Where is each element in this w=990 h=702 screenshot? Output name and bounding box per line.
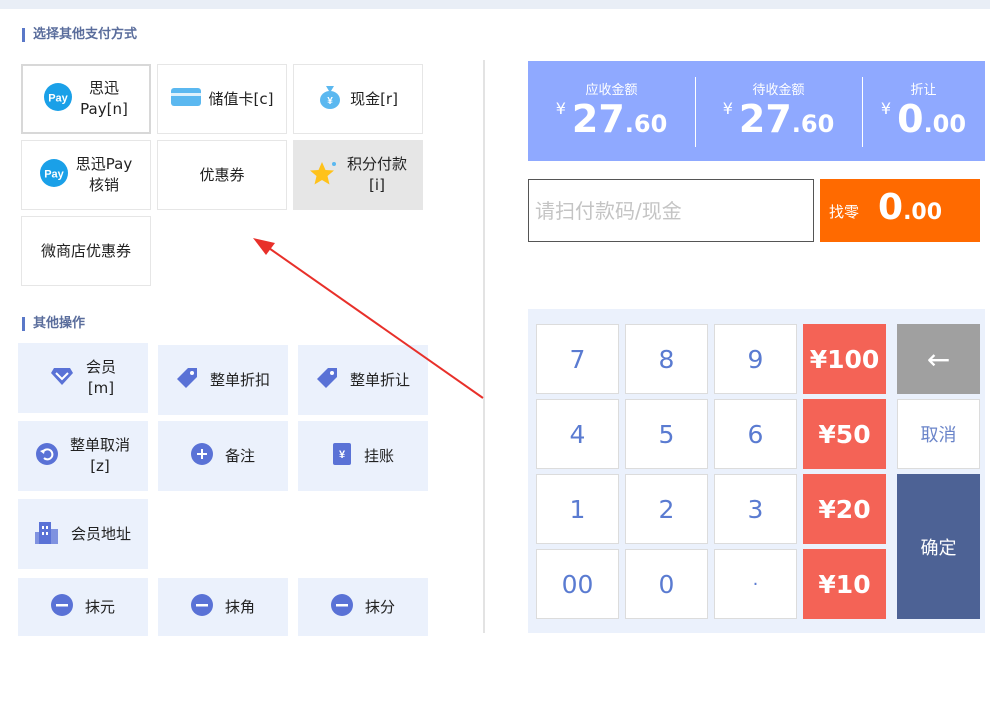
- panel-divider: [483, 60, 485, 633]
- top-bar: [0, 0, 990, 9]
- op-label: 抹分: [364, 597, 395, 616]
- op-member-address-button[interactable]: 会员地址: [18, 499, 148, 569]
- key-3[interactable]: 3: [714, 474, 797, 544]
- svg-text:¥: ¥: [339, 449, 346, 461]
- building-icon: [34, 520, 59, 548]
- cancel-button[interactable]: 取消: [897, 399, 980, 469]
- op-label: 整单折扣: [209, 370, 270, 389]
- op-label: 抹元: [84, 597, 115, 616]
- receivable-amount: 应收金额 ¥27.60: [555, 83, 668, 141]
- star-icon: [309, 159, 339, 191]
- yen-doc-icon: ¥: [332, 442, 352, 470]
- key-00[interactable]: 00: [536, 549, 619, 619]
- tag-icon: [316, 367, 338, 393]
- key-1[interactable]: 1: [536, 474, 619, 544]
- op-label: 挂账: [363, 446, 394, 465]
- pay-circle-icon: Pay: [39, 159, 68, 191]
- pay-method-label: 思迅Pay 核销: [75, 155, 133, 194]
- tag-icon: [176, 367, 198, 393]
- op-label: 整单取消 [z]: [69, 436, 130, 475]
- key-6[interactable]: 6: [714, 399, 797, 469]
- op-label: 会员 [m]: [85, 358, 116, 397]
- pay-method-cash[interactable]: ¥ 现金[r]: [293, 64, 423, 134]
- backspace-button[interactable]: ←: [897, 324, 980, 394]
- discount-amount: 折让 ¥0.00: [880, 83, 967, 141]
- pay-method-sixun-pay-writeoff[interactable]: Pay 思迅Pay 核销: [21, 140, 151, 210]
- op-credit-button[interactable]: ¥ 挂账: [298, 421, 428, 491]
- card-icon: [170, 86, 201, 112]
- quick-amount-100[interactable]: ¥100: [803, 324, 886, 394]
- money-bag-icon: ¥: [318, 84, 342, 114]
- pay-method-label: 储值卡[c]: [208, 89, 274, 108]
- op-order-allowance-button[interactable]: 整单折让: [298, 345, 428, 415]
- minus-circle-icon: [330, 594, 353, 620]
- confirm-button[interactable]: 确定: [897, 474, 980, 619]
- operations-section-title: 其他操作: [22, 317, 85, 331]
- op-label: 会员地址: [70, 524, 131, 543]
- pay-method-coupon[interactable]: 优惠券: [157, 140, 287, 210]
- key-0[interactable]: 0: [625, 549, 708, 619]
- op-label: 整单折让: [349, 370, 410, 389]
- pay-method-label: 思迅 Pay[n]: [80, 79, 128, 118]
- quick-amount-20[interactable]: ¥20: [803, 474, 886, 544]
- key-5[interactable]: 5: [625, 399, 708, 469]
- quick-amount-10[interactable]: ¥10: [803, 549, 886, 619]
- change-value: 0.00: [878, 187, 943, 228]
- op-cancel-order-button[interactable]: 整单取消 [z]: [18, 421, 148, 491]
- op-label: 抹角: [224, 597, 255, 616]
- pay-method-label: 优惠券: [199, 165, 245, 184]
- change-display: 找零 0.00: [820, 179, 980, 242]
- key-2[interactable]: 2: [625, 474, 708, 544]
- op-round-fen-button[interactable]: 抹分: [298, 578, 428, 636]
- pay-method-label: 微商店优惠券: [40, 241, 131, 260]
- diamond-icon: [50, 366, 74, 390]
- op-member-button[interactable]: 会员 [m]: [18, 343, 148, 413]
- op-label: 备注: [224, 446, 255, 465]
- pay-method-label: 积分付款 [i]: [346, 155, 407, 194]
- change-label: 找零: [829, 203, 860, 221]
- key-dot[interactable]: ·: [714, 549, 797, 619]
- minus-circle-icon: [190, 594, 213, 620]
- key-9[interactable]: 9: [714, 324, 797, 394]
- pay-method-microstore-coupon[interactable]: 微商店优惠券: [21, 216, 151, 286]
- numeric-keypad: 7 8 9 ¥100 ← 4 5 6 ¥50 取消 1 2 3 ¥20 确定 0…: [528, 309, 985, 633]
- payment-section-title: 选择其他支付方式: [22, 28, 137, 42]
- amount-summary: 应收金额 ¥27.60 待收金额 ¥27.60 折让 ¥0.00: [528, 61, 985, 161]
- svg-text:¥: ¥: [327, 96, 333, 107]
- pay-circle-icon: Pay: [44, 83, 73, 115]
- pay-method-stored-card[interactable]: 储值卡[c]: [157, 64, 287, 134]
- scan-payment-input[interactable]: [528, 179, 814, 242]
- pay-method-label: 现金[r]: [350, 89, 398, 108]
- plus-circle-icon: [190, 443, 213, 469]
- quick-amount-50[interactable]: ¥50: [803, 399, 886, 469]
- op-note-button[interactable]: 备注: [158, 421, 288, 491]
- pay-method-points[interactable]: 积分付款 [i]: [293, 140, 423, 210]
- pending-amount: 待收金额 ¥27.60: [722, 83, 835, 141]
- undo-icon: [35, 443, 58, 469]
- minus-circle-icon: [50, 594, 73, 620]
- key-8[interactable]: 8: [625, 324, 708, 394]
- svg-text:Pay: Pay: [48, 93, 68, 105]
- key-4[interactable]: 4: [536, 399, 619, 469]
- op-round-jiao-button[interactable]: 抹角: [158, 578, 288, 636]
- op-order-discount-button[interactable]: 整单折扣: [158, 345, 288, 415]
- svg-text:Pay: Pay: [44, 169, 64, 181]
- pay-method-sixun-pay[interactable]: Pay 思迅 Pay[n]: [21, 64, 151, 134]
- key-7[interactable]: 7: [536, 324, 619, 394]
- op-round-yuan-button[interactable]: 抹元: [18, 578, 148, 636]
